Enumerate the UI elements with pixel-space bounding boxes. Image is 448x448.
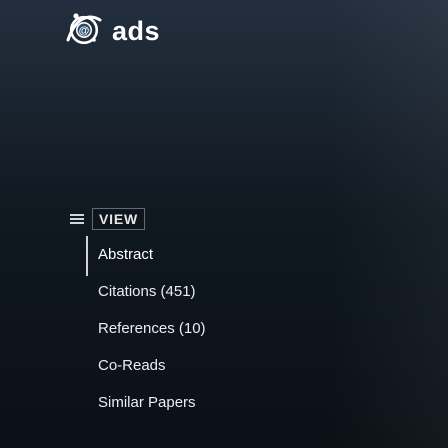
ads-logo-icon: @ [66,13,102,45]
brand-logo[interactable]: @ ads [60,6,160,54]
sidebar: @ ads VIEW Abstract Citations (451) Refe… [0,0,448,448]
nav-item-abstract[interactable]: Abstract [86,236,448,273]
nav-item-similar-papers[interactable]: Similar Papers [86,384,448,421]
nav-item-citations[interactable]: Citations (451) [86,273,448,310]
nav-item-references[interactable]: References (10) [86,310,448,347]
brand-name: ads [112,15,161,46]
active-indicator [86,236,88,276]
view-heading: VIEW [92,208,145,230]
view-section-header: VIEW [70,208,145,230]
list-icon [70,214,84,224]
view-nav: Abstract Citations (451) References (10)… [86,236,448,421]
svg-text:@: @ [79,25,90,37]
nav-item-co-reads[interactable]: Co-Reads [86,347,448,384]
